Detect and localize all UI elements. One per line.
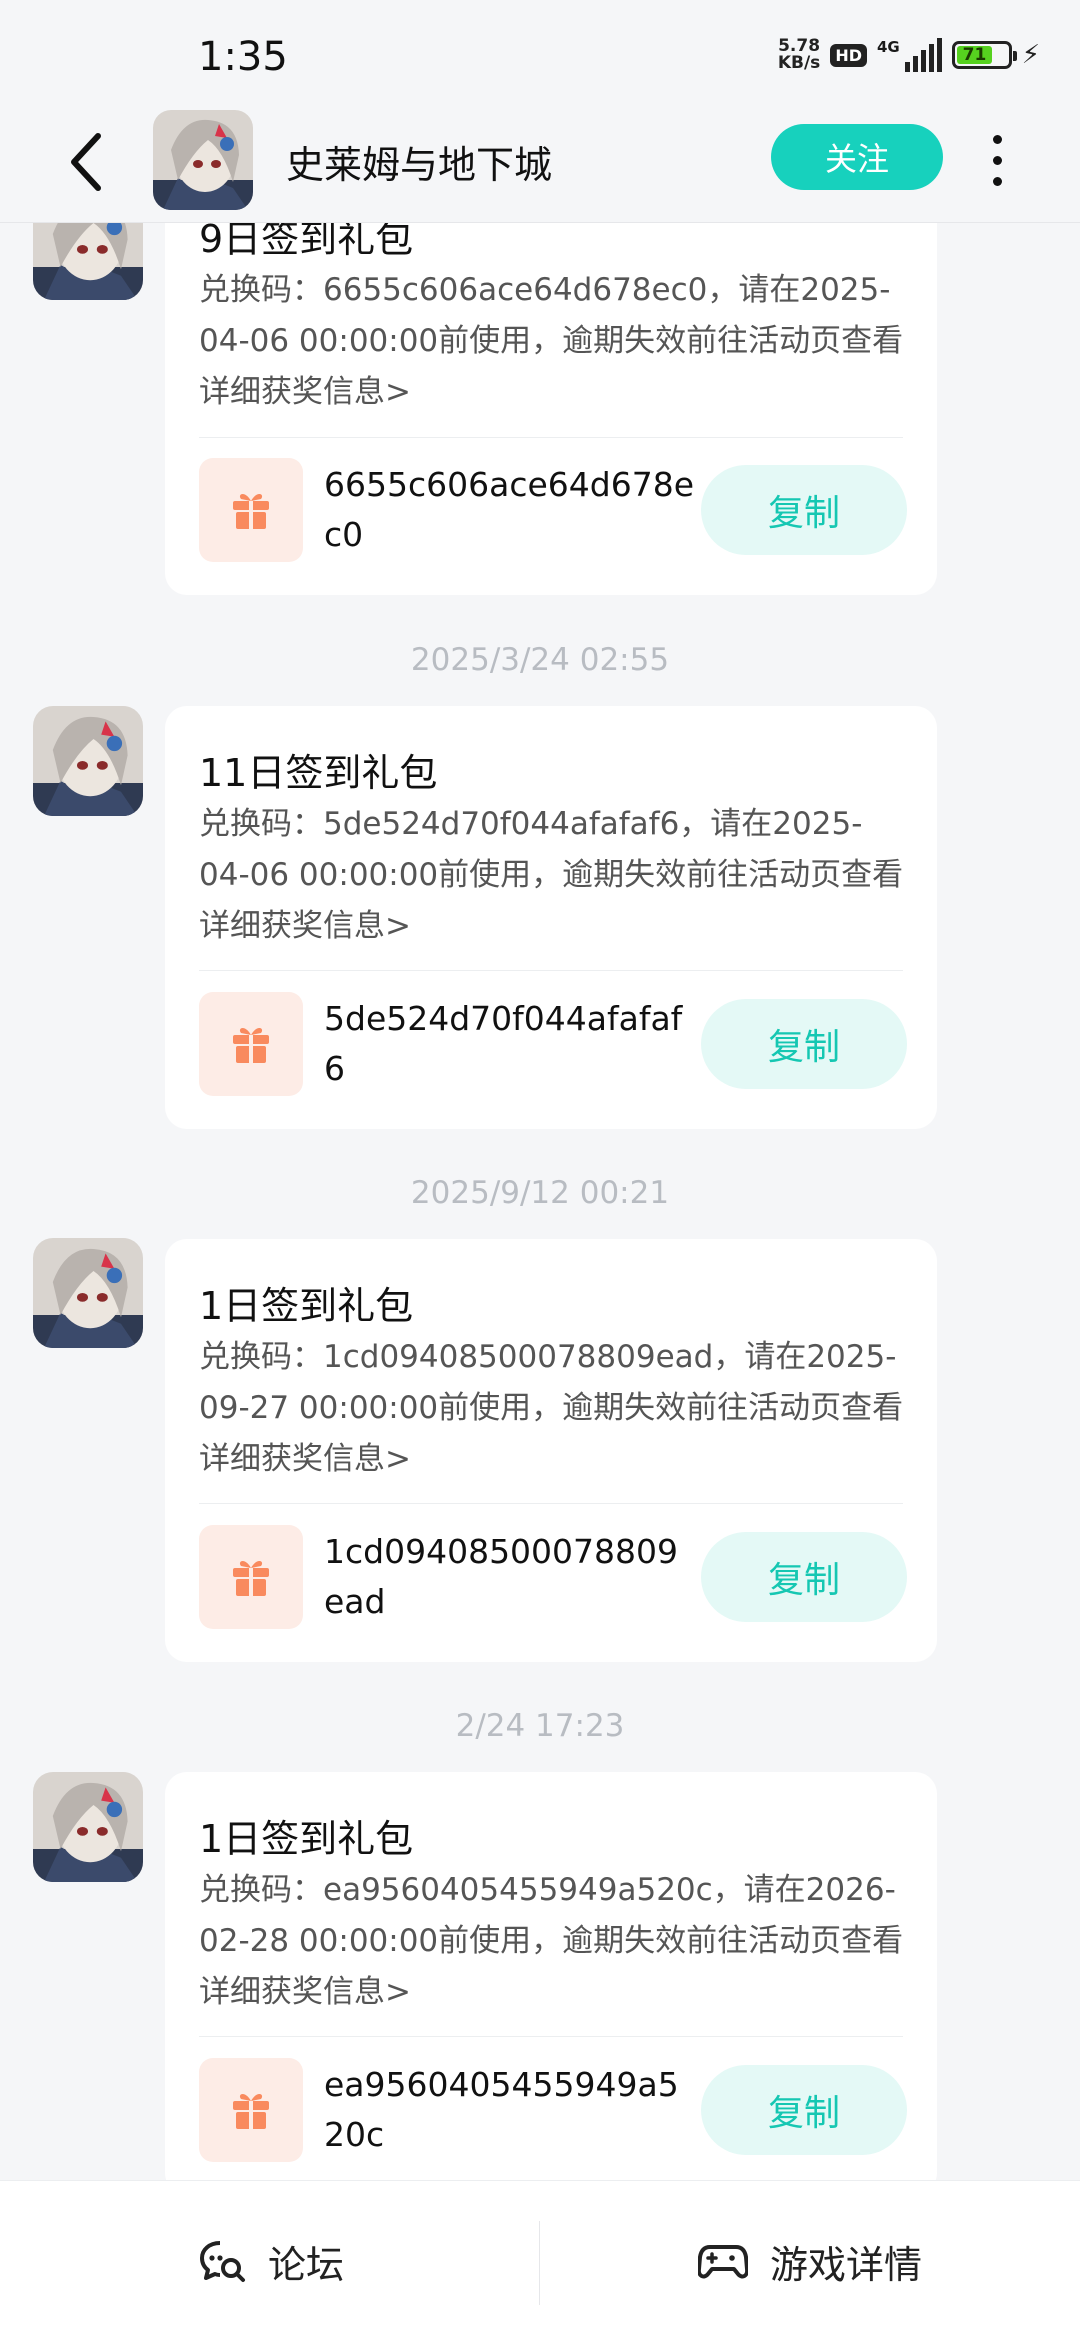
- redeem-code: 5de524d70f044afafaf6: [324, 999, 683, 1088]
- network-speed-unit: KB/s: [777, 53, 821, 73]
- charging-icon: ⚡: [1021, 40, 1040, 70]
- message-timestamp: 2025/3/24 02:55: [410, 642, 670, 678]
- network-type: 4G: [876, 38, 900, 56]
- game-detail-tab[interactable]: 游戏详情: [698, 2181, 922, 2341]
- redeem-code: 6655c606ace64d678ec0: [324, 465, 695, 554]
- more-vertical-icon[interactable]: [982, 130, 1012, 190]
- copy-button[interactable]: 复制: [701, 999, 907, 1089]
- copy-button[interactable]: 复制: [701, 2065, 907, 2155]
- message-timestamp: 2/24 17:23: [455, 1708, 625, 1744]
- gift-icon: [199, 992, 303, 1096]
- redeem-code: ea9560405455949a520c: [324, 2065, 679, 2154]
- card-divider: [199, 970, 903, 971]
- battery-icon: 71: [951, 41, 1017, 69]
- follow-button[interactable]: 关注: [771, 124, 943, 190]
- card-description[interactable]: 兑换码：6655c606ace64d678ec0，请在2025-04-06 00…: [199, 265, 909, 418]
- card-description[interactable]: 兑换码：1cd09408500078809ead，请在2025-09-27 00…: [199, 1332, 909, 1485]
- gift-icon: [199, 1525, 303, 1629]
- card-title: 11日签到礼包: [199, 751, 438, 795]
- bottom-bar: 论坛 游戏详情: [0, 2180, 1080, 2341]
- status-time: 1:35: [198, 34, 288, 80]
- message-avatar[interactable]: [33, 706, 143, 816]
- status-bar: 1:35 5.78 KB/s HD 4G 71 ⚡: [0, 0, 1080, 110]
- copy-button[interactable]: 复制: [701, 1532, 907, 1622]
- message-avatar[interactable]: [33, 1772, 143, 1882]
- gift-icon: [199, 458, 303, 562]
- game-detail-label: 游戏详情: [770, 2242, 923, 2287]
- card-title: 1日签到礼包: [199, 1817, 414, 1861]
- card-description[interactable]: 兑换码：ea9560405455949a520c，请在2026-02-28 00…: [199, 1865, 909, 2018]
- message-list: 9日签到礼包 兑换码：6655c606ace64d678ec0，请在2025-0…: [0, 0, 1080, 2180]
- hd-icon: HD: [830, 43, 867, 67]
- bottom-divider: [539, 2221, 540, 2305]
- app-header: 史莱姆与地下城 关注: [0, 110, 1080, 223]
- page-title: 史莱姆与地下城: [286, 143, 553, 187]
- gamepad-icon: [698, 2245, 748, 2279]
- status-icons: 5.78 KB/s HD 4G 71 ⚡: [778, 38, 1040, 72]
- card-divider: [199, 2036, 903, 2037]
- forum-chat-icon: [200, 2241, 245, 2282]
- gift-card: 1日签到礼包 兑换码：1cd09408500078809ead，请在2025-0…: [165, 1239, 937, 1662]
- battery-level: 71: [956, 45, 993, 65]
- message-avatar[interactable]: [33, 1238, 143, 1348]
- card-description[interactable]: 兑换码：5de524d70f044afafaf6，请在2025-04-06 00…: [199, 799, 909, 952]
- card-title: 1日签到礼包: [199, 1284, 414, 1328]
- gift-card: 1日签到礼包 兑换码：ea9560405455949a520c，请在2026-0…: [165, 1772, 937, 2180]
- network-speed: 5.78 KB/s: [778, 38, 820, 72]
- gift-icon: [199, 2058, 303, 2162]
- back-arrow-icon[interactable]: [56, 122, 116, 202]
- card-divider: [199, 1503, 903, 1504]
- message-timestamp: 2025/9/12 00:21: [410, 1175, 670, 1211]
- gift-card: 11日签到礼包 兑换码：5de524d70f044afafaf6，请在2025-…: [165, 706, 937, 1129]
- forum-tab[interactable]: 论坛: [198, 2181, 344, 2341]
- signal-icon: 4G: [877, 38, 942, 72]
- copy-button[interactable]: 复制: [701, 465, 907, 555]
- card-divider: [199, 437, 903, 438]
- forum-label: 论坛: [268, 2242, 345, 2287]
- game-avatar[interactable]: [153, 110, 253, 210]
- redeem-code: 1cd09408500078809ead: [324, 1532, 679, 1621]
